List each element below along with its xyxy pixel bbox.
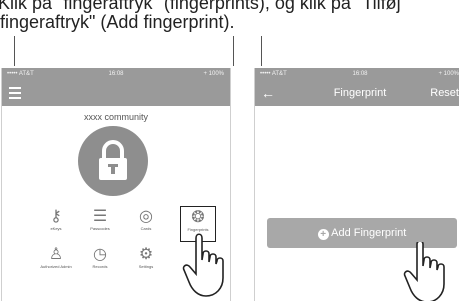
pointer-line-mid bbox=[233, 36, 234, 66]
status-bar: ••••• AT&T 16:08 + 100% bbox=[2, 68, 230, 80]
time-label: 16:08 bbox=[352, 71, 368, 77]
gear-icon: ⚙ bbox=[138, 246, 154, 263]
community-title: xxxx community bbox=[83, 112, 148, 122]
pointer-line-right bbox=[261, 36, 262, 66]
nav-title: Fingerprint bbox=[333, 87, 387, 99]
hand-pointer-icon bbox=[403, 242, 445, 301]
grid-label-settings: Settings bbox=[138, 264, 154, 269]
lock-icon bbox=[99, 140, 127, 180]
key-icon: ⚷ bbox=[50, 208, 62, 225]
plus-circle-icon: + bbox=[317, 229, 329, 240]
nav-bar bbox=[2, 80, 230, 106]
list-icon: ☰ bbox=[92, 208, 108, 225]
instruction-caption: Klik på "fingeraftryk" (fingerprints), o… bbox=[0, 0, 459, 32]
pointer-line-left bbox=[14, 36, 15, 66]
nav-bar: ← Fingerprint Reset bbox=[255, 80, 459, 106]
battery-label: + 100% bbox=[203, 71, 224, 77]
time-label: 16:08 bbox=[108, 71, 124, 77]
grid-item-cards[interactable]: ◎ Cards bbox=[128, 208, 164, 231]
lock-button[interactable] bbox=[78, 126, 148, 196]
grid-label-ekeys: eKeys bbox=[50, 226, 62, 231]
fingerprints-cell: ❂ Fingerprints bbox=[180, 209, 216, 232]
grid-item-authorized-admin[interactable]: ♙ Authorized Admin bbox=[38, 246, 74, 269]
grid-label-records: Records bbox=[92, 264, 108, 269]
menu-icon[interactable] bbox=[9, 87, 21, 102]
add-fingerprint-label: Add Fingerprint bbox=[331, 227, 407, 239]
grid-label-passcodes: Passcodes bbox=[90, 226, 110, 231]
grid-label-admin: Authorized Admin bbox=[40, 264, 72, 269]
clock-icon: ◷ bbox=[93, 246, 107, 263]
card-icon: ◎ bbox=[139, 208, 153, 225]
caption-line-2: fingeraftryk" (Add fingerprint). bbox=[0, 12, 235, 32]
reset-button[interactable]: Reset bbox=[430, 80, 459, 106]
grid-label-cards: Cards bbox=[140, 226, 152, 231]
right-phone-screen: ••••• AT&T 16:08 + 100% ← Fingerprint Re… bbox=[254, 68, 459, 301]
battery-label: + 100% bbox=[438, 71, 459, 77]
grid-item-ekeys[interactable]: ⚷ eKeys bbox=[38, 208, 74, 231]
admin-icon: ♙ bbox=[48, 246, 64, 263]
grid-item-passcodes[interactable]: ☰ Passcodes bbox=[82, 208, 118, 231]
grid-item-settings[interactable]: ⚙ Settings bbox=[128, 246, 164, 269]
hand-pointer-icon bbox=[182, 233, 224, 297]
fingerprint-icon: ❂ bbox=[191, 209, 205, 226]
left-phone-screen: ••••• AT&T 16:08 + 100% xxxx community ⚷… bbox=[1, 68, 231, 301]
status-bar: ••••• AT&T 16:08 + 100% bbox=[255, 68, 459, 80]
grid-item-records[interactable]: ◷ Records bbox=[82, 246, 118, 269]
